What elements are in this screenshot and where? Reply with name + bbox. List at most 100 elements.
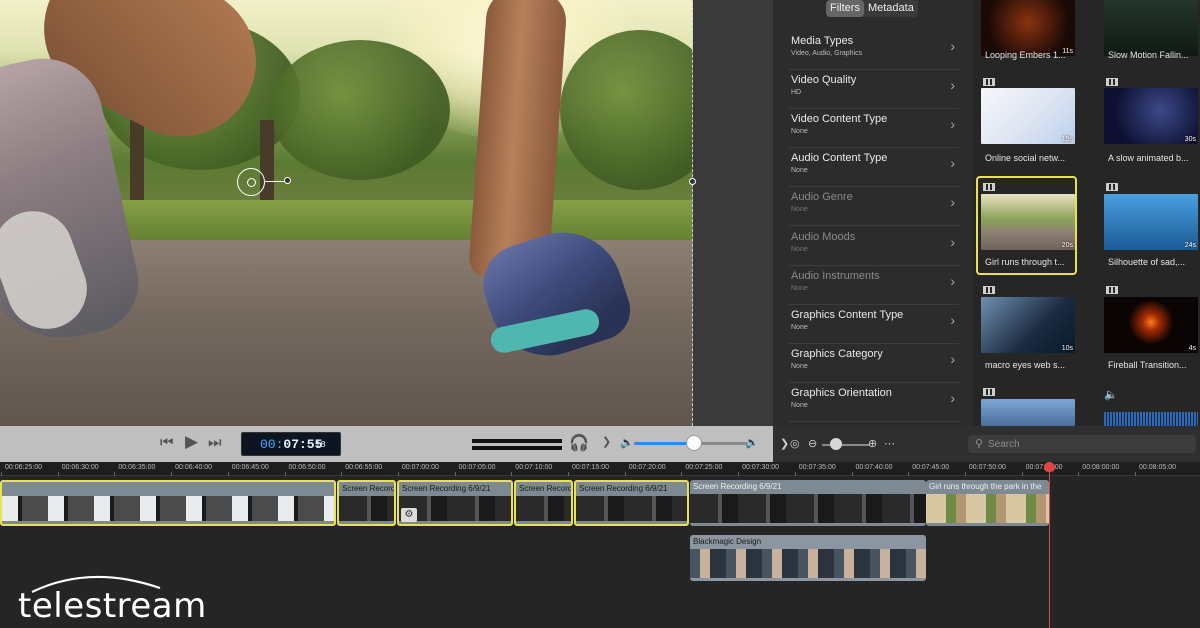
viewer-background (693, 0, 773, 426)
chevron-right-icon: › (950, 116, 955, 133)
film-icon (1106, 78, 1118, 86)
position-target-handle[interactable] (237, 168, 265, 196)
timeline-clip[interactable]: Screen Record (337, 480, 396, 526)
clip-filmstrip (926, 494, 1049, 523)
chevron-right-icon: › (950, 350, 955, 367)
search-icon: ⚲ (975, 438, 984, 450)
clip-filmstrip (690, 549, 926, 578)
tab-filters[interactable]: Filters (826, 0, 864, 17)
filter-row[interactable]: Graphics Orientation None › (789, 384, 959, 422)
clip-title: Screen Recording 6/9/21 (693, 482, 782, 491)
clip-title: Blackmagic Design (693, 537, 762, 546)
filter-value: None (791, 128, 808, 136)
film-icon (1106, 183, 1118, 191)
ruler-tick-label: 00:07:15:00 (572, 464, 609, 471)
telestream-logo: telestream (18, 586, 207, 626)
playhead-handle[interactable] (1044, 462, 1055, 472)
play-icon[interactable]: ▶ (185, 432, 198, 452)
ruler-tick-label: 00:07:00:00 (401, 464, 439, 471)
media-thumbnail[interactable]: 15s (981, 88, 1075, 144)
ruler-tick (1135, 472, 1136, 476)
filter-icon[interactable]: ◎ (790, 437, 800, 450)
timeline-clip[interactable]: Screen Recording 6/9/21 (690, 480, 926, 526)
media-thumbnail[interactable]: 11s (981, 0, 1075, 56)
volume-slider-fill (634, 442, 695, 445)
timeline-clip[interactable] (0, 480, 336, 526)
filter-value: Video, Audio, Graphics (791, 50, 863, 57)
audio-waveform-thumbnail[interactable] (1104, 412, 1198, 426)
video-viewer[interactable] (0, 0, 693, 426)
media-title: Looping Embers 1... (985, 50, 1066, 60)
ruler-tick-label: 00:06:30:00 (61, 464, 99, 471)
media-duration: 15s (1061, 136, 1073, 143)
chevron-right-icon: › (950, 38, 955, 54)
film-icon (983, 388, 995, 396)
filter-row[interactable]: Graphics Content Type None › (789, 306, 959, 344)
filter-title: Graphics Orientation (791, 386, 892, 399)
clip-title: Screen Record (342, 484, 396, 493)
ruler-tick-label: 00:06:35:00 (118, 464, 156, 471)
position-target-end-handle[interactable] (284, 177, 291, 184)
skip-forward-icon[interactable]: ⏭ (208, 434, 222, 451)
filter-title: Audio Instruments (791, 269, 880, 282)
media-duration: 10s (1061, 345, 1073, 352)
ruler-tick (511, 472, 513, 476)
zoom-out-icon[interactable]: ⊖ (808, 437, 817, 450)
media-thumbnail[interactable]: 4s (1104, 297, 1198, 353)
chevron-right-icon: › (950, 272, 955, 289)
media-thumbnail[interactable]: 24s (1104, 194, 1198, 250)
audio-meter-left (472, 439, 562, 443)
media-thumbnail[interactable] (1104, 0, 1198, 56)
ruler-tick-label: 00:07:30:00 (742, 464, 780, 471)
timeline-clip[interactable]: Girl runs through the park in the (926, 480, 1049, 526)
skip-back-icon[interactable]: ⏮ (160, 434, 174, 451)
filter-row[interactable]: Audio Moods None › (789, 228, 959, 266)
chevron-right-icon[interactable]: ❯ (780, 437, 789, 450)
crop-handle[interactable] (689, 178, 696, 185)
ruler-tick (568, 472, 569, 476)
more-options-icon[interactable]: ⋯ (884, 437, 895, 450)
clip-title: Screen Recording 6/9/21 (402, 484, 491, 493)
filter-row[interactable]: Graphics Category None › (789, 345, 959, 383)
clip-filmstrip (2, 496, 334, 521)
film-icon (1106, 286, 1118, 294)
media-thumbnail[interactable]: 30s (1104, 88, 1198, 144)
media-thumbnail[interactable] (981, 399, 1075, 426)
filter-title: Graphics Category (791, 347, 883, 360)
ruler-tick (738, 472, 740, 476)
timeline-clip[interactable]: Blackmagic Design (690, 535, 926, 581)
filter-row[interactable]: Audio Content Type None › (789, 149, 959, 188)
filter-row[interactable]: Media Types Video, Audio, Graphics › (789, 32, 959, 70)
search-input[interactable] (968, 435, 1196, 453)
media-thumbnail[interactable]: 10s (981, 297, 1075, 353)
chevron-right-icon: › (950, 311, 955, 328)
filter-value: None (791, 167, 808, 175)
filter-row[interactable]: Video Quality HD › (789, 71, 959, 110)
filter-title: Graphics Content Type (791, 308, 904, 321)
tab-metadata[interactable]: Metadata (864, 0, 918, 17)
timeline-clip[interactable]: Screen Record (514, 480, 573, 526)
ruler-tick (341, 472, 343, 476)
timecode-frames: 18 (315, 440, 326, 450)
filter-row[interactable]: Audio Genre None › (789, 188, 959, 227)
ruler-tick (454, 472, 456, 476)
ruler-tick-label: 00:06:50:00 (288, 464, 326, 471)
zoom-in-icon[interactable]: ⊕ (868, 437, 877, 450)
timecode-main: 00:07:55 (260, 437, 323, 452)
media-duration: 4s (1188, 345, 1196, 352)
volume-low-icon: 🔈 (620, 437, 634, 449)
zoom-slider-knob[interactable] (830, 438, 842, 450)
filter-row[interactable]: Video Content Type None › (789, 110, 959, 149)
browser-tab-switcher: Filters Metadata (826, 0, 918, 17)
ruler-tick-label: 00:07:10:00 (515, 464, 553, 471)
timeline-clip[interactable]: Screen Recording 6/9/21 (574, 480, 689, 526)
ruler-tick-label: 00:07:05:00 (458, 464, 496, 471)
clip-title: Girl runs through the park in the (929, 482, 1042, 491)
filter-row[interactable]: Audio Instruments None › (789, 267, 959, 305)
playhead-line[interactable] (1049, 466, 1050, 628)
headphones-icon[interactable]: 🎧 (569, 433, 589, 453)
ruler-tick-label: 00:07:40:00 (855, 464, 893, 471)
chevron-right-icon[interactable]: ❯ (602, 435, 611, 448)
filter-title: Audio Genre (791, 191, 853, 204)
gear-icon[interactable]: ⚙ (401, 508, 417, 522)
